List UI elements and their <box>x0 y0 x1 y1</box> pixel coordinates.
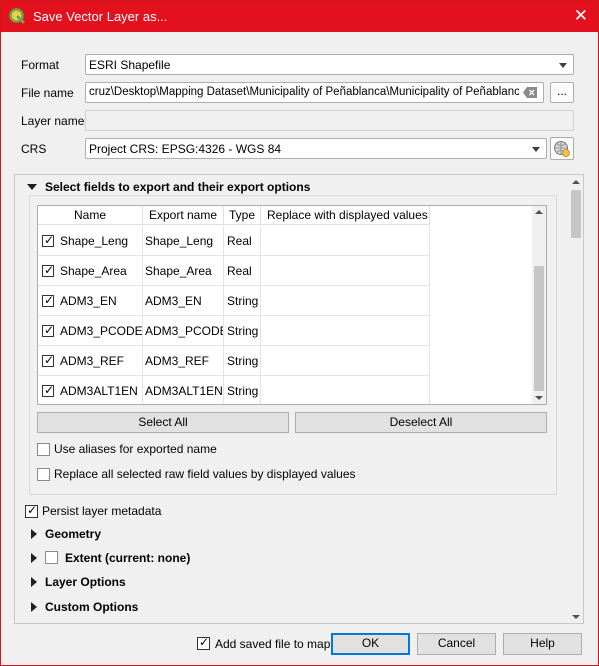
scroll-thumb[interactable] <box>571 190 581 238</box>
close-icon[interactable]: ✕ <box>574 6 588 26</box>
options-scroll-area: Select fields to export and their export… <box>14 174 584 624</box>
filename-label: File name <box>21 86 74 100</box>
table-row[interactable]: ✓ Shape_Area Shape_Area Real <box>38 256 430 286</box>
geometry-section[interactable]: Geometry <box>45 527 101 541</box>
chevron-down-icon <box>559 63 567 68</box>
extent-section[interactable]: Extent (current: none) <box>65 551 190 565</box>
replace-all-label: Replace all selected raw field values by… <box>54 467 356 481</box>
filename-input[interactable]: cruz\Desktop\Mapping Dataset\Municipalit… <box>85 82 544 103</box>
save-vector-layer-dialog: Save Vector Layer as... ✕ Format ESRI Sh… <box>0 0 599 666</box>
layer-options-section[interactable]: Layer Options <box>45 575 126 589</box>
chevron-down-icon <box>532 147 540 152</box>
field-name: ADM3_REF <box>60 354 125 368</box>
field-type: String <box>224 286 261 316</box>
title-bar: Save Vector Layer as... ✕ <box>1 1 598 32</box>
options-scrollbar[interactable] <box>569 175 583 623</box>
field-export-name[interactable]: Shape_Leng <box>143 226 224 256</box>
field-type: String <box>224 346 261 376</box>
row-checkbox[interactable]: ✓ <box>42 293 54 307</box>
ok-button[interactable]: OK <box>331 633 410 655</box>
field-replace[interactable] <box>261 376 430 404</box>
deselect-all-button[interactable]: Deselect All <box>295 412 547 433</box>
field-name: ADM3_EN <box>60 294 117 308</box>
column-header-type[interactable]: Type <box>224 206 261 225</box>
row-checkbox[interactable]: ✓ <box>42 263 54 277</box>
extent-checkbox[interactable] <box>45 551 58 564</box>
expand-arrow-icon[interactable] <box>31 529 37 539</box>
expand-arrow-icon[interactable] <box>31 553 37 563</box>
field-type: Real <box>224 256 261 286</box>
browse-button[interactable]: ... <box>550 82 574 103</box>
collapse-arrow-icon[interactable] <box>27 184 37 190</box>
expand-arrow-icon[interactable] <box>31 602 37 612</box>
field-replace[interactable] <box>261 226 430 256</box>
custom-options-section[interactable]: Custom Options <box>45 600 138 614</box>
table-scrollbar[interactable] <box>532 206 546 404</box>
column-header-export-name[interactable]: Export name <box>143 206 224 225</box>
field-name: Shape_Leng <box>60 234 129 248</box>
layername-label: Layer name <box>21 114 85 128</box>
row-checkbox[interactable]: ✓ <box>42 383 54 397</box>
crs-select[interactable]: Project CRS: EPSG:4326 - WGS 84 <box>85 138 547 159</box>
field-name: ADM3_PCODE <box>60 324 143 338</box>
use-aliases-checkbox[interactable] <box>37 443 50 456</box>
select-all-button[interactable]: Select All <box>37 412 289 433</box>
window-title: Save Vector Layer as... <box>33 9 168 24</box>
use-aliases-label: Use aliases for exported name <box>54 442 217 456</box>
layername-input[interactable] <box>85 110 574 131</box>
field-type: Real <box>224 226 261 256</box>
add-to-map-checkbox[interactable]: ✓ <box>197 635 210 650</box>
crs-label: CRS <box>21 142 47 156</box>
replace-all-checkbox[interactable] <box>37 468 50 481</box>
field-type: String <box>224 316 261 346</box>
scroll-up-icon[interactable] <box>572 180 580 184</box>
qgis-logo-icon <box>9 8 25 24</box>
help-button[interactable]: Help <box>503 633 582 655</box>
table-row[interactable]: ✓ ADM3_EN ADM3_EN String <box>38 286 430 316</box>
column-header-name[interactable]: Name <box>38 206 143 225</box>
row-checkbox[interactable]: ✓ <box>42 233 54 247</box>
table-row[interactable]: ✓ ADM3_PCODE ADM3_PCODE String <box>38 316 430 346</box>
fields-section-title[interactable]: Select fields to export and their export… <box>45 180 310 194</box>
globe-icon <box>554 141 570 157</box>
field-name: Shape_Area <box>60 264 127 278</box>
row-checkbox[interactable]: ✓ <box>42 323 54 337</box>
column-header-replace[interactable]: Replace with displayed values <box>261 206 430 225</box>
field-name: ADM3ALT1EN <box>60 384 138 398</box>
fields-table: Name Export name Type Replace with displ… <box>37 205 547 405</box>
field-replace[interactable] <box>261 256 430 286</box>
format-select[interactable]: ESRI Shapefile <box>85 54 574 75</box>
crs-selector-button[interactable] <box>550 137 574 160</box>
field-export-name[interactable]: ADM3ALT1EN <box>143 376 224 404</box>
format-label: Format <box>21 58 60 72</box>
field-type: String <box>224 376 261 404</box>
clear-text-icon[interactable] <box>523 87 537 98</box>
field-export-name[interactable]: ADM3_PCODE <box>143 316 224 346</box>
persist-metadata-checkbox[interactable]: ✓ <box>25 503 38 518</box>
field-export-name[interactable]: ADM3_REF <box>143 346 224 376</box>
field-replace[interactable] <box>261 286 430 316</box>
expand-arrow-icon[interactable] <box>31 577 37 587</box>
row-checkbox[interactable]: ✓ <box>42 353 54 367</box>
field-export-name[interactable]: ADM3_EN <box>143 286 224 316</box>
scroll-down-icon[interactable] <box>535 396 543 400</box>
scroll-up-icon[interactable] <box>535 210 543 214</box>
cancel-button[interactable]: Cancel <box>417 633 496 655</box>
field-export-name[interactable]: Shape_Area <box>143 256 224 286</box>
add-to-map-label: Add saved file to map <box>215 637 331 651</box>
table-row[interactable]: ✓ ADM3_REF ADM3_REF String <box>38 346 430 376</box>
field-replace[interactable] <box>261 346 430 376</box>
scroll-down-icon[interactable] <box>572 615 580 619</box>
table-row[interactable]: ✓ ADM3ALT1EN ADM3ALT1EN String <box>38 376 430 404</box>
table-row[interactable]: ✓ Shape_Leng Shape_Leng Real <box>38 226 430 256</box>
field-replace[interactable] <box>261 316 430 346</box>
scroll-thumb[interactable] <box>534 266 544 391</box>
persist-metadata-label: Persist layer metadata <box>42 504 162 518</box>
